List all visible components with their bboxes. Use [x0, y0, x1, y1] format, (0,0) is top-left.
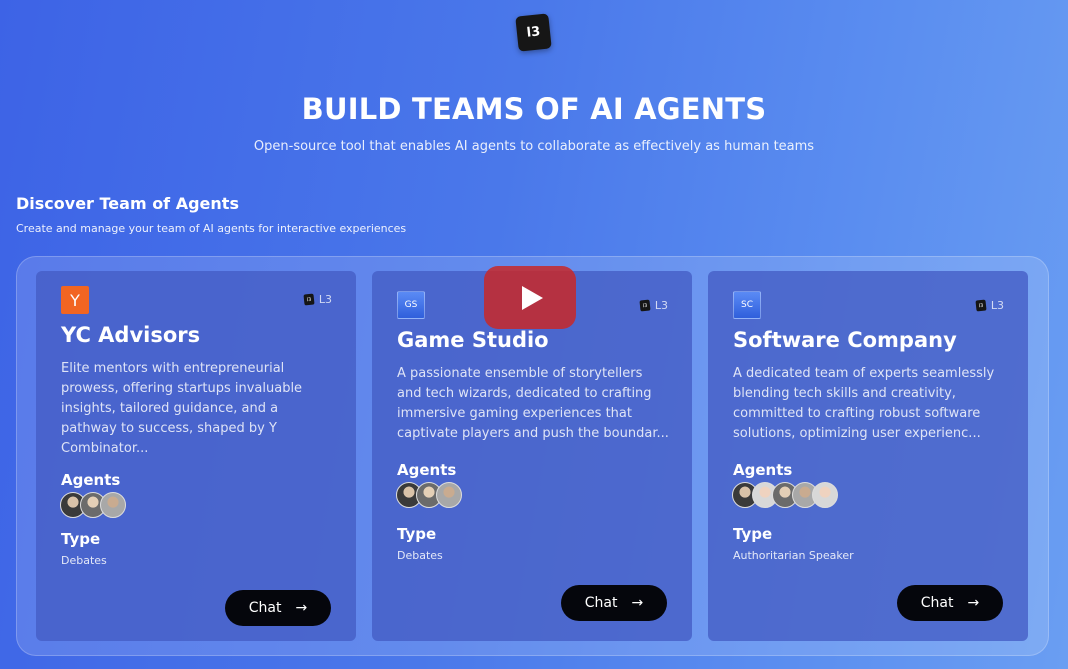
- chat-button[interactable]: Chat →: [225, 590, 331, 626]
- team-name: YC Advisors: [61, 323, 201, 347]
- agent-avatars: [60, 492, 126, 518]
- section-subtitle: Create and manage your team of AI agents…: [16, 222, 407, 235]
- agents-label: Agents: [397, 461, 457, 479]
- team-description: Elite mentors with entrepreneurial prowe…: [61, 361, 303, 456]
- chat-button[interactable]: Chat →: [897, 585, 1003, 621]
- type-value: Authoritarian Speaker: [733, 549, 854, 562]
- chat-label: Chat: [584, 595, 618, 611]
- arrow-right-icon: →: [631, 595, 644, 611]
- video-play-button[interactable]: [484, 266, 576, 329]
- brand-label: L3: [990, 299, 1004, 312]
- l3-mini-icon: l3: [975, 299, 987, 312]
- avatar[interactable]: [812, 482, 838, 508]
- team-card-yc-advisors[interactable]: Y l3 L3 YC Advisors Elite mentors with e…: [36, 271, 356, 641]
- team-name: Game Studio: [397, 328, 549, 352]
- brand-tag: l3 L3: [639, 299, 668, 312]
- type-label: Type: [61, 530, 101, 548]
- gs-logo-icon: GS: [397, 291, 425, 319]
- team-description: A passionate ensemble of storytellers an…: [397, 366, 669, 441]
- avatar[interactable]: [436, 482, 462, 508]
- sc-logo-icon: SC: [733, 291, 761, 319]
- l3-mini-icon: l3: [303, 293, 315, 306]
- avatar[interactable]: [100, 492, 126, 518]
- team-name: Software Company: [733, 328, 957, 352]
- chat-label: Chat: [248, 600, 282, 616]
- yc-logo-icon: Y: [61, 286, 89, 314]
- l3-mini-icon: l3: [639, 299, 651, 312]
- type-value: Debates: [61, 554, 107, 567]
- hero-title: BUILD TEAMS OF AI AGENTS: [301, 92, 767, 126]
- hero-subtitle: Open-source tool that enables AI agents …: [253, 139, 815, 154]
- arrow-right-icon: →: [967, 595, 980, 611]
- play-icon: [522, 285, 543, 310]
- agents-label: Agents: [61, 471, 121, 489]
- agents-label: Agents: [733, 461, 793, 479]
- agent-avatars: [396, 482, 462, 508]
- l3-logo[interactable]: l3: [515, 13, 552, 52]
- team-description: A dedicated team of experts seamlessly b…: [733, 366, 995, 441]
- team-card-software-company[interactable]: SC l3 L3 Software Company A dedicated te…: [708, 271, 1028, 641]
- brand-tag: l3 L3: [975, 299, 1004, 312]
- chat-button[interactable]: Chat →: [561, 585, 667, 621]
- logo-text: l3: [525, 24, 541, 41]
- type-value: Debates: [397, 549, 443, 562]
- agent-avatars: [732, 482, 838, 508]
- brand-label: L3: [654, 299, 668, 312]
- arrow-right-icon: →: [295, 600, 308, 616]
- brand-label: L3: [318, 293, 332, 306]
- type-label: Type: [397, 525, 437, 543]
- section-title: Discover Team of Agents: [16, 194, 239, 213]
- type-label: Type: [733, 525, 773, 543]
- brand-tag: l3 L3: [303, 293, 332, 306]
- chat-label: Chat: [920, 595, 954, 611]
